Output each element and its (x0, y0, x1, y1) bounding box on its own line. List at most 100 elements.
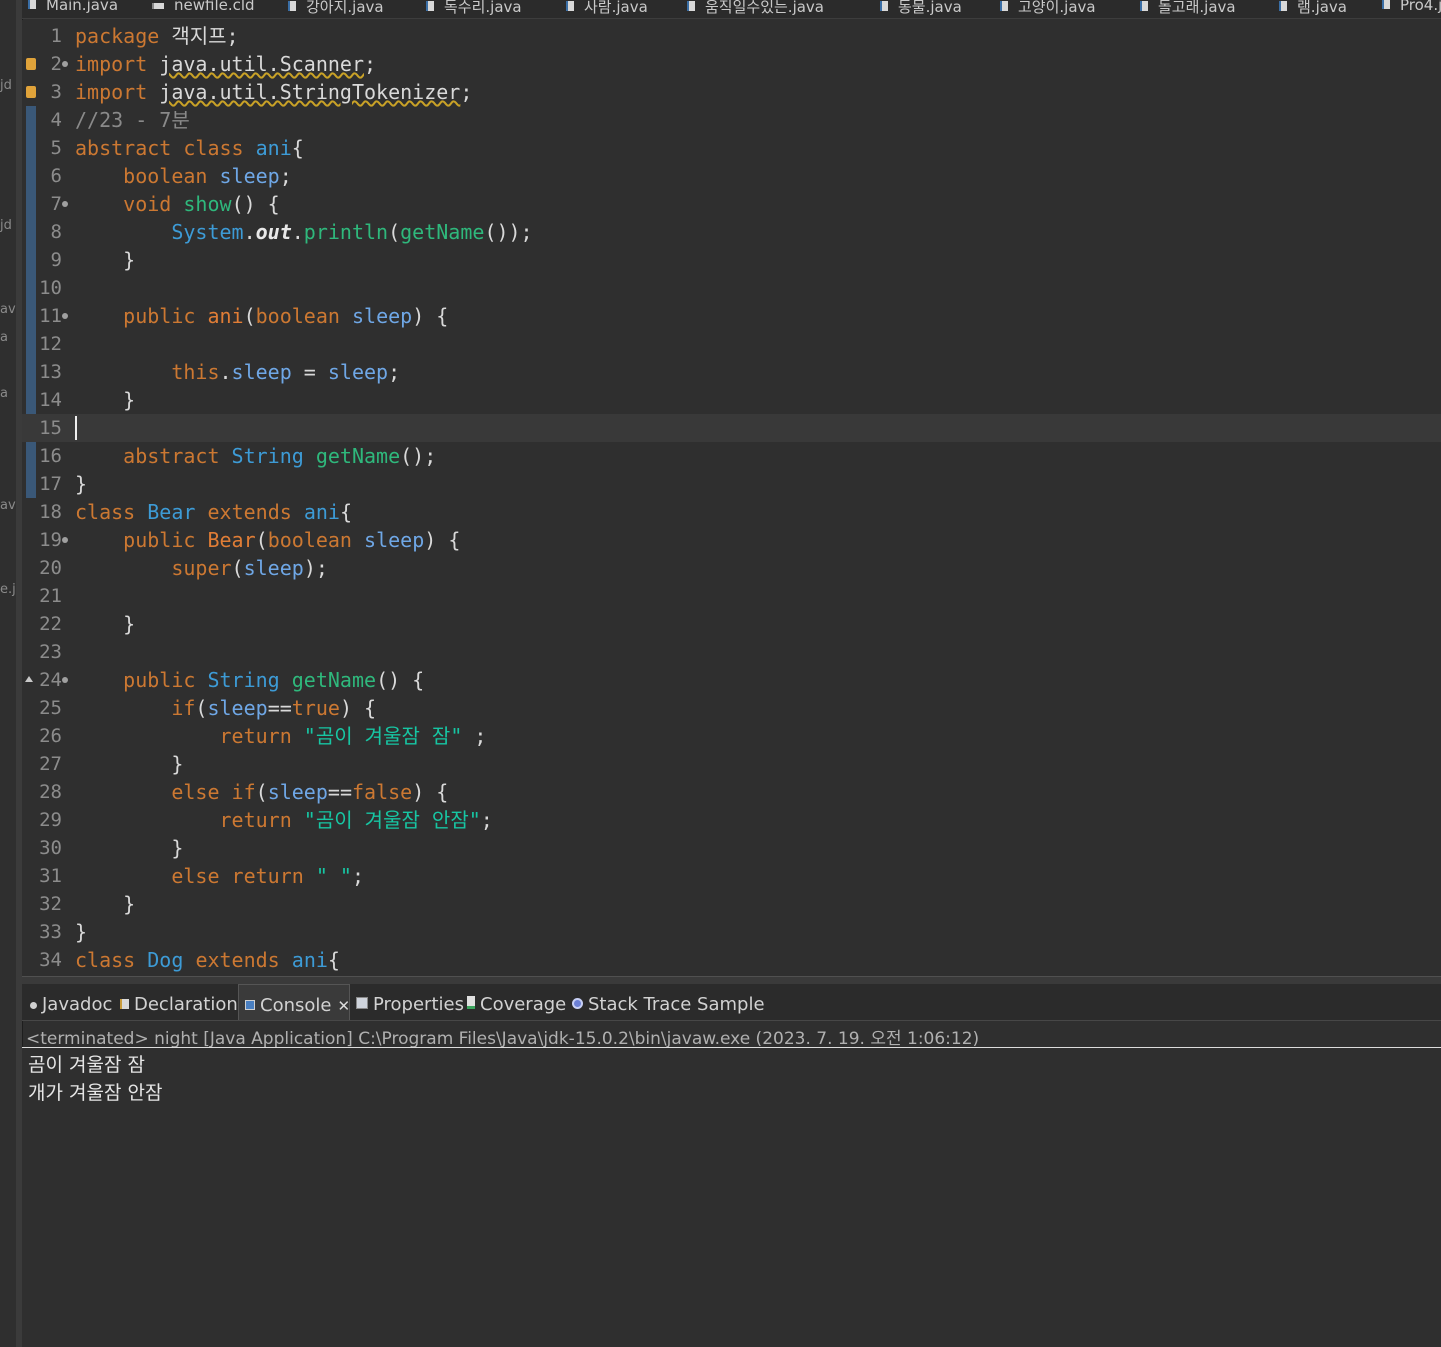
line-number: 33 (39, 921, 62, 943)
explorer-fragment: a (0, 330, 8, 345)
stack-trace-icon (572, 998, 583, 1009)
code-line: 26 return "곰이 겨울잠 잠" ; (22, 722, 1441, 750)
console-line: 곰이 겨울잠 잠 (28, 1054, 145, 1076)
editor-tab[interactable]: 강아지.java (288, 0, 384, 17)
code-line: 27 } (22, 750, 1441, 778)
code-line: 4 //23 - 7분 (22, 106, 1441, 134)
declaration-icon (120, 999, 129, 1009)
console-status: <terminated> night [Java Application] C:… (26, 1029, 980, 1049)
line-number: 21 (39, 585, 62, 607)
line-number: 34 (39, 949, 62, 971)
code-line: 5 abstract class ani{ (22, 134, 1441, 162)
line-number: 8 (50, 221, 62, 243)
code-line: 19 public Bear(boolean sleep) { (22, 526, 1441, 554)
line-number: 23 (39, 641, 62, 663)
line-number: 26 (39, 725, 62, 747)
code-line: 1 package 객지프; (22, 22, 1441, 50)
console-line: 개가 겨울잠 안잠 (28, 1082, 163, 1104)
line-number: 3 (50, 81, 62, 103)
fold-icon[interactable] (62, 201, 68, 207)
editor-tab-bar: Main.java newfile.cld 강아지.java 독수리.java … (22, 0, 1441, 19)
line-number: 13 (39, 361, 62, 383)
java-file-icon (426, 1, 434, 11)
code-line: 29 return "곰이 겨울잠 안잠"; (22, 806, 1441, 834)
editor-tab[interactable]: 고양이.java (1000, 0, 1096, 17)
console-output[interactable]: 곰이 겨울잠 잠 개가 겨울잠 안잠 (22, 1048, 1441, 1347)
file-icon (152, 3, 164, 9)
line-number: 6 (50, 165, 62, 187)
fold-icon[interactable] (62, 537, 68, 543)
explorer-fragment: jd (0, 78, 12, 93)
tab-javadoc[interactable]: Javadoc (30, 984, 112, 1020)
tab-declaration[interactable]: Declaration (120, 984, 238, 1020)
java-file-icon (288, 1, 296, 11)
editor-tab[interactable]: Pro4.j (1382, 0, 1441, 14)
line-number: 24 (39, 669, 62, 691)
tab-stack-trace-sample[interactable]: Stack Trace Sample (572, 984, 765, 1020)
fold-icon[interactable] (62, 61, 68, 67)
java-file-icon (1000, 1, 1008, 11)
code-line: 20 super(sleep); (22, 554, 1441, 582)
line-number: 9 (50, 249, 62, 271)
code-line: 33 } (22, 918, 1441, 946)
line-number: 31 (39, 865, 62, 887)
tab-properties[interactable]: Properties (356, 984, 464, 1020)
code-line: 7 void show() { (22, 190, 1441, 218)
code-line: 10 (22, 274, 1441, 302)
code-line: 22 } (22, 610, 1441, 638)
override-icon[interactable] (25, 676, 33, 682)
editor-tab[interactable]: 동물.java (880, 0, 962, 17)
explorer-fragment: e.j (0, 582, 16, 597)
code-line: 2 import java.util.Scanner; (22, 50, 1441, 78)
explorer-fragment: av (0, 498, 16, 513)
editor-tab[interactable]: 독수리.java (426, 0, 522, 17)
properties-icon (356, 997, 368, 1009)
line-number: 11 (39, 305, 62, 327)
code-line: 9 } (22, 246, 1441, 274)
code-line: 11 public ani(boolean sleep) { (22, 302, 1441, 330)
line-number: 18 (39, 501, 62, 523)
package-explorer-edge: jd jd avi a a av e.j (0, 0, 19, 1347)
code-line: 21 (22, 582, 1441, 610)
editor-tab[interactable]: 램.java (1279, 0, 1347, 17)
line-number: 2 (50, 53, 62, 75)
line-number: 15 (39, 417, 62, 439)
line-number: 30 (39, 837, 62, 859)
code-line: 24 public String getName() { (22, 666, 1441, 694)
javadoc-icon (30, 1002, 37, 1009)
code-line: 12 (22, 330, 1441, 358)
close-icon[interactable]: ✕ (337, 997, 350, 1015)
code-line: 34 class Dog extends ani{ (22, 946, 1441, 974)
editor-tab[interactable]: Main.java (28, 0, 118, 14)
line-number: 17 (39, 473, 62, 495)
line-number: 4 (50, 109, 62, 131)
java-file-icon (1279, 1, 1287, 11)
editor-tab[interactable]: 사람.java (566, 0, 648, 17)
fold-icon[interactable] (62, 677, 68, 683)
code-line: 23 (22, 638, 1441, 666)
code-line: 14 } (22, 386, 1441, 414)
code-line: 31 else return " "; (22, 862, 1441, 890)
line-number: 10 (39, 277, 62, 299)
code-line: 30 } (22, 834, 1441, 862)
fold-icon[interactable] (62, 313, 68, 319)
console-icon (245, 1000, 255, 1010)
current-line: 15 (22, 414, 1441, 442)
editor-tab[interactable]: newfile.cld (152, 0, 255, 14)
line-number: 22 (39, 613, 62, 635)
bottom-panel-tabs: Javadoc Declaration Console ✕ Properties … (22, 984, 1441, 1021)
line-number: 7 (50, 193, 62, 215)
text-caret (75, 416, 77, 440)
tab-coverage[interactable]: Coverage (467, 984, 566, 1020)
explorer-fragment: a (0, 386, 8, 401)
editor-tab[interactable]: 움직일수있는.java (687, 0, 824, 17)
line-number: 16 (39, 445, 62, 467)
code-editor[interactable]: 1 package 객지프; 2 import java.util.Scanne… (22, 20, 1441, 976)
code-line: 28 else if(sleep==false) { (22, 778, 1441, 806)
tab-console[interactable]: Console ✕ (238, 984, 350, 1020)
code-line: 18 class Bear extends ani{ (22, 498, 1441, 526)
coverage-icon (467, 996, 475, 1009)
editor-tab[interactable]: 돌고래.java (1140, 0, 1236, 17)
line-number: 12 (39, 333, 62, 355)
line-number: 1 (50, 25, 62, 47)
